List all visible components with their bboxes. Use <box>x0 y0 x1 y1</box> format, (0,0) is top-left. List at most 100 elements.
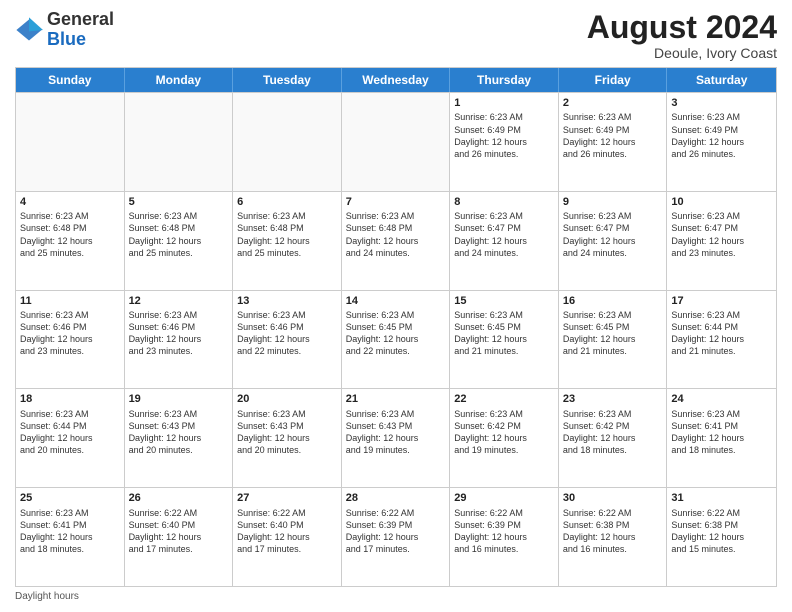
day-number: 16 <box>563 294 663 308</box>
cell-info: Sunrise: 6:23 AM Sunset: 6:46 PM Dayligh… <box>129 309 229 358</box>
day-number: 30 <box>563 491 663 505</box>
cell-info: Sunrise: 6:23 AM Sunset: 6:49 PM Dayligh… <box>454 111 554 160</box>
day-number: 10 <box>671 195 772 209</box>
day-of-week-friday: Friday <box>559 68 668 92</box>
calendar-row-4: 18 Sunrise: 6:23 AM Sunset: 6:44 PM Dayli… <box>16 388 776 487</box>
day-number: 9 <box>563 195 663 209</box>
day-cell-5: 5Sunrise: 6:23 AM Sunset: 6:48 PM Daylig… <box>125 192 234 290</box>
cell-info: Sunrise: 6:23 AM Sunset: 6:45 PM Dayligh… <box>563 309 663 358</box>
cell-info: Sunrise: 6:23 AM Sunset: 6:48 PM Dayligh… <box>129 210 229 259</box>
day-cell-24: 24Sunrise: 6:23 AM Sunset: 6:41 PM Dayli… <box>667 389 776 487</box>
cell-info: Sunrise: 6:23 AM Sunset: 6:49 PM Dayligh… <box>671 111 772 160</box>
cell-info: Sunrise: 6:23 AM Sunset: 6:42 PM Dayligh… <box>454 408 554 457</box>
day-number: 19 <box>129 392 229 406</box>
day-of-week-saturday: Saturday <box>667 68 776 92</box>
day-cell-4: 4Sunrise: 6:23 AM Sunset: 6:48 PM Daylig… <box>16 192 125 290</box>
day-number: 20 <box>237 392 337 406</box>
day-number: 8 <box>454 195 554 209</box>
cell-info: Sunrise: 6:23 AM Sunset: 6:46 PM Dayligh… <box>20 309 120 358</box>
day-cell-13: 13Sunrise: 6:23 AM Sunset: 6:46 PM Dayli… <box>233 291 342 389</box>
day-number: 13 <box>237 294 337 308</box>
cell-info: Sunrise: 6:23 AM Sunset: 6:42 PM Dayligh… <box>563 408 663 457</box>
cell-info: Sunrise: 6:23 AM Sunset: 6:47 PM Dayligh… <box>563 210 663 259</box>
cell-info: Sunrise: 6:23 AM Sunset: 6:48 PM Dayligh… <box>20 210 120 259</box>
month-year: August 2024 <box>587 10 777 45</box>
day-cell-14: 14Sunrise: 6:23 AM Sunset: 6:45 PM Dayli… <box>342 291 451 389</box>
day-of-week-sunday: Sunday <box>16 68 125 92</box>
day-cell-27: 27Sunrise: 6:22 AM Sunset: 6:40 PM Dayli… <box>233 488 342 586</box>
day-cell-15: 15Sunrise: 6:23 AM Sunset: 6:45 PM Dayli… <box>450 291 559 389</box>
day-cell-23: 23 Sunrise: 6:23 AM Sunset: 6:42 PM Dayli… <box>559 389 668 487</box>
day-number: 24 <box>671 392 772 406</box>
day-cell-26: 26Sunrise: 6:22 AM Sunset: 6:40 PM Dayli… <box>125 488 234 586</box>
day-cell-1: 1Sunrise: 6:23 AM Sunset: 6:49 PM Daylig… <box>450 93 559 191</box>
day-cell-8: 8Sunrise: 6:23 AM Sunset: 6:47 PM Daylig… <box>450 192 559 290</box>
day-cell-29: 29 Sunrise: 6:22 AM Sunset: 6:39 PM Dayli… <box>450 488 559 586</box>
day-cell-12: 12Sunrise: 6:23 AM Sunset: 6:46 PM Dayli… <box>125 291 234 389</box>
calendar: SundayMondayTuesdayWednesdayThursdayFrid… <box>15 67 777 587</box>
day-cell-7: 7Sunrise: 6:23 AM Sunset: 6:48 PM Daylig… <box>342 192 451 290</box>
calendar-row-1: 1Sunrise: 6:23 AM Sunset: 6:49 PM Daylig… <box>16 92 776 191</box>
day-number: 21 <box>346 392 446 406</box>
empty-cell <box>16 93 125 191</box>
day-cell-25: 25 Sunrise: 6:23 AM Sunset: 6:41 PM Dayli… <box>16 488 125 586</box>
cell-info: Sunrise: 6:22 AM Sunset: 6:38 PM Dayligh… <box>563 507 663 556</box>
logo: General Blue <box>15 10 114 50</box>
cell-info: Sunrise: 6:22 AM Sunset: 6:38 PM Dayligh… <box>671 507 772 556</box>
empty-cell <box>342 93 451 191</box>
day-number: 28 <box>346 491 446 505</box>
cell-info: Sunrise: 6:23 AM Sunset: 6:49 PM Dayligh… <box>563 111 663 160</box>
day-number: 11 <box>20 294 120 308</box>
day-number: 15 <box>454 294 554 308</box>
location: Deoule, Ivory Coast <box>587 45 777 61</box>
day-number: 26 <box>129 491 229 505</box>
day-of-week-thursday: Thursday <box>450 68 559 92</box>
day-number: 4 <box>20 195 120 209</box>
day-number: 25 <box>20 491 120 505</box>
calendar-row-3: 11Sunrise: 6:23 AM Sunset: 6:46 PM Dayli… <box>16 290 776 389</box>
cell-info: Sunrise: 6:22 AM Sunset: 6:39 PM Dayligh… <box>454 507 554 556</box>
page-header: General Blue August 2024 Deoule, Ivory C… <box>15 10 777 61</box>
day-cell-20: 20 Sunrise: 6:23 AM Sunset: 6:43 PM Dayli… <box>233 389 342 487</box>
day-number: 22 <box>454 392 554 406</box>
day-of-week-tuesday: Tuesday <box>233 68 342 92</box>
cell-info: Sunrise: 6:23 AM Sunset: 6:46 PM Dayligh… <box>237 309 337 358</box>
day-cell-9: 9Sunrise: 6:23 AM Sunset: 6:47 PM Daylig… <box>559 192 668 290</box>
day-number: 5 <box>129 195 229 209</box>
cell-info: Sunrise: 6:23 AM Sunset: 6:44 PM Dayligh… <box>20 408 120 457</box>
day-cell-11: 11Sunrise: 6:23 AM Sunset: 6:46 PM Dayli… <box>16 291 125 389</box>
day-number: 3 <box>671 96 772 110</box>
empty-cell <box>125 93 234 191</box>
title-block: August 2024 Deoule, Ivory Coast <box>587 10 777 61</box>
cell-info: Sunrise: 6:23 AM Sunset: 6:47 PM Dayligh… <box>454 210 554 259</box>
calendar-row-2: 4Sunrise: 6:23 AM Sunset: 6:48 PM Daylig… <box>16 191 776 290</box>
day-number: 29 <box>454 491 554 505</box>
day-number: 31 <box>671 491 772 505</box>
cell-info: Sunrise: 6:23 AM Sunset: 6:45 PM Dayligh… <box>346 309 446 358</box>
day-cell-10: 10Sunrise: 6:23 AM Sunset: 6:47 PM Dayli… <box>667 192 776 290</box>
cell-info: Sunrise: 6:23 AM Sunset: 6:43 PM Dayligh… <box>237 408 337 457</box>
cell-info: Sunrise: 6:23 AM Sunset: 6:41 PM Dayligh… <box>20 507 120 556</box>
cell-info: Sunrise: 6:22 AM Sunset: 6:39 PM Dayligh… <box>346 507 446 556</box>
calendar-row-5: 25 Sunrise: 6:23 AM Sunset: 6:41 PM Dayli… <box>16 487 776 586</box>
logo-general: General <box>47 9 114 29</box>
day-of-week-wednesday: Wednesday <box>342 68 451 92</box>
cell-info: Sunrise: 6:23 AM Sunset: 6:43 PM Dayligh… <box>129 408 229 457</box>
day-number: 18 <box>20 392 120 406</box>
cell-info: Sunrise: 6:23 AM Sunset: 6:47 PM Dayligh… <box>671 210 772 259</box>
cell-info: Sunrise: 6:23 AM Sunset: 6:43 PM Dayligh… <box>346 408 446 457</box>
day-cell-21: 21 Sunrise: 6:23 AM Sunset: 6:43 PM Dayli… <box>342 389 451 487</box>
day-of-week-monday: Monday <box>125 68 234 92</box>
footer-note: Daylight hours <box>15 591 777 602</box>
day-number: 12 <box>129 294 229 308</box>
day-number: 6 <box>237 195 337 209</box>
day-cell-17: 17Sunrise: 6:23 AM Sunset: 6:44 PM Dayli… <box>667 291 776 389</box>
day-number: 23 <box>563 392 663 406</box>
day-cell-3: 3Sunrise: 6:23 AM Sunset: 6:49 PM Daylig… <box>667 93 776 191</box>
cell-info: Sunrise: 6:23 AM Sunset: 6:48 PM Dayligh… <box>346 210 446 259</box>
empty-cell <box>233 93 342 191</box>
day-number: 1 <box>454 96 554 110</box>
day-cell-31: 31 Sunrise: 6:22 AM Sunset: 6:38 PM Dayli… <box>667 488 776 586</box>
cell-info: Sunrise: 6:23 AM Sunset: 6:48 PM Dayligh… <box>237 210 337 259</box>
cell-info: Sunrise: 6:23 AM Sunset: 6:45 PM Dayligh… <box>454 309 554 358</box>
